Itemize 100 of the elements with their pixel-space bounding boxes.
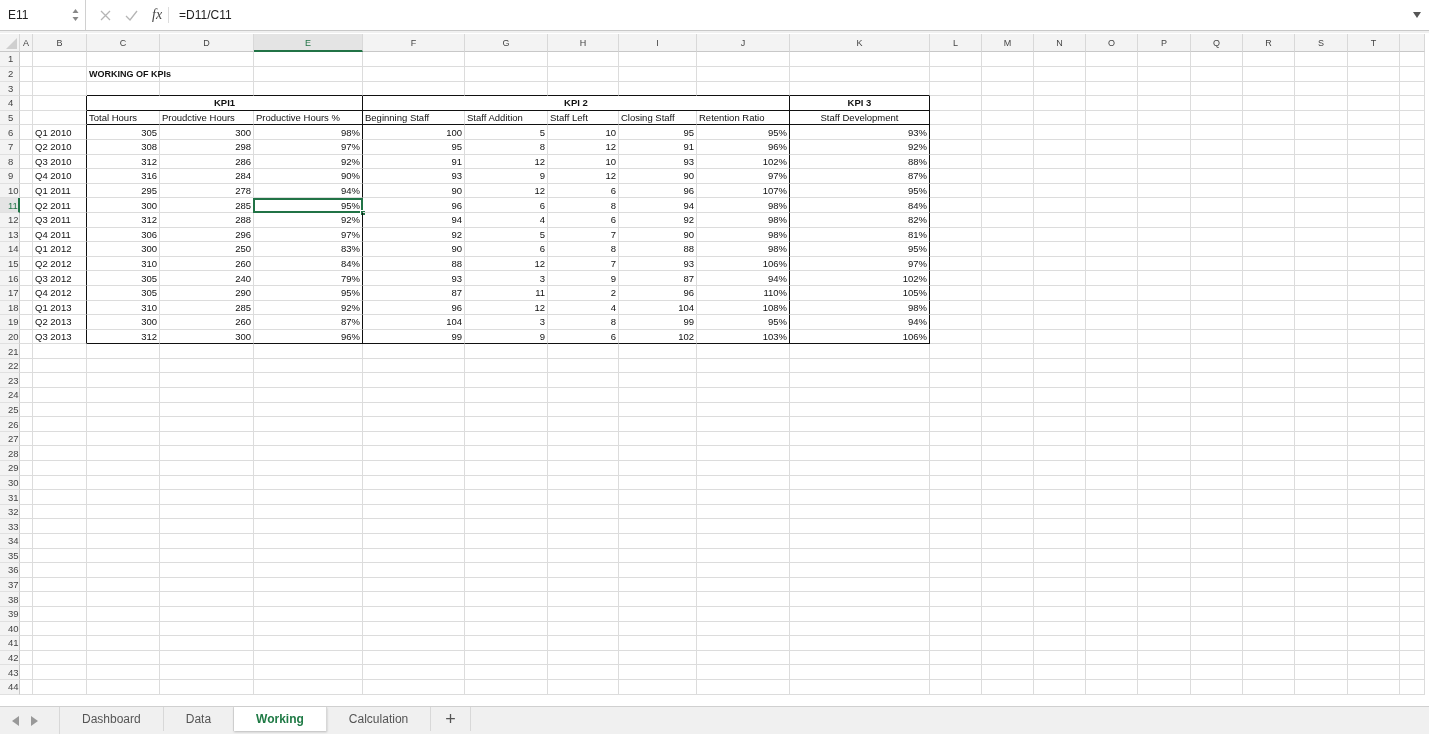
column-header[interactable]: R [1265,38,1272,48]
column-header[interactable]: B [56,38,63,48]
column-heading: Staff Left [549,111,589,125]
table-cell-text: 94 [682,198,695,212]
table-cell-text: 306 [140,227,158,241]
table-cell-text: 240 [234,271,252,285]
table-cell-text: 310 [140,300,158,314]
table-cell-text: 102% [761,154,788,168]
table-cell-text: 97% [340,227,361,241]
table-cell-text: Q3 2013 [34,330,73,343]
table-cell-text: Q2 2011 [34,198,72,212]
table-cell-text: 102% [901,271,928,285]
name-box[interactable]: E11 [0,0,86,30]
cancel-icon[interactable] [100,9,111,21]
check-icon[interactable] [125,9,138,21]
table-cell-text: Q1 2010 [34,125,73,139]
next-sheet-icon[interactable] [31,715,38,726]
column-heading: Staff Development [819,111,900,125]
column-header[interactable]: E [305,37,311,48]
table-cell-text: Q3 2011 [34,213,72,227]
table-cell-text: Q3 2012 [34,271,73,285]
table-cell-text: 286 [234,154,252,168]
table-cell-text: Q2 2010 [34,140,73,154]
table-cell-text: 305 [140,271,158,285]
table-cell-text: 96 [682,184,695,198]
column-header[interactable]: P [1161,38,1167,48]
table-cell-text: Q4 2011 [34,227,72,241]
column-heading: Staff Addition [466,111,524,125]
table-cell-text: 98% [767,213,788,227]
table-cell-text: 105% [901,286,928,300]
column-header[interactable]: N [1056,38,1063,48]
table-cell-text: 92 [450,227,463,241]
table-cell-text: 305 [140,286,158,300]
table-cell-text: 91 [450,154,463,168]
table-cell-text: 3 [538,271,546,285]
column-header[interactable]: K [856,38,863,48]
function-button[interactable]: fx [152,7,170,23]
table-cell-text: 288 [234,213,252,227]
column-header[interactable]: D [203,38,210,48]
table-cell-text: 106% [761,257,788,270]
table-cell-text: 93 [450,169,463,183]
sheet-tab[interactable]: Working [234,707,327,731]
table-cell-text: 88% [907,154,928,168]
table-cell-text: 106% [901,330,928,343]
table-cell-text: 97% [907,257,928,270]
table-cell-text: 12 [533,257,546,270]
add-sheet-button[interactable]: + [431,707,471,731]
table-cell-text: Q1 2012 [34,242,73,256]
table-cell-text: 91 [682,140,695,154]
spinner-icon[interactable] [72,8,79,22]
table-cell-text: 260 [234,257,252,270]
table-cell-text: 96 [682,286,695,300]
column-header[interactable]: M [1003,38,1012,48]
table-cell-text: 87 [682,271,695,285]
table-cell-text: 96 [450,300,463,314]
sheet-tab[interactable]: Calculation [326,707,432,731]
selected-cell[interactable]: 95% [253,197,363,213]
table-cell-text: 6 [538,242,546,256]
column-header[interactable]: Q [1213,38,1220,48]
caret-icon[interactable] [1413,12,1421,18]
table-cell-text: 97% [767,169,788,183]
table-cell-text: 12 [533,300,546,314]
table-cell-text: 94% [907,315,928,329]
table-cell-text: 96% [340,330,361,343]
table-cell-text: Q3 2010 [34,154,73,168]
table-cell-text: 8 [538,140,546,154]
table-cell-text: 94% [767,271,788,285]
column-heading: Closing Staff [620,111,676,125]
table-cell-text: 88 [450,257,463,270]
table-cell-text: 93 [682,257,695,270]
column-header[interactable]: T [1370,38,1377,48]
table-cell-text: 3 [538,315,546,329]
table-cell-text: 100 [445,125,463,139]
table-cell-text: 312 [140,213,158,227]
table-cell-text: 4 [538,213,546,227]
table-cell-text: 6 [609,184,617,198]
table-cell-text: 90 [682,169,695,183]
column-header[interactable]: F [410,38,417,48]
table-cell-text: 103% [761,330,788,343]
table-cell-text: 285 [234,198,252,212]
table-cell-text: 83% [340,242,361,256]
group-header: KPI1 [212,96,237,110]
sheet-tab[interactable]: Dashboard [60,707,164,731]
column-header[interactable]: S [1318,38,1324,48]
column-header[interactable]: H [579,38,587,48]
table-cell-text: 290 [234,286,252,300]
column-header[interactable]: O [1108,38,1115,48]
table-cell-text: 10 [604,125,617,139]
table-cell-text: 95% [767,125,788,139]
previous-sheet-icon[interactable] [12,715,19,726]
table-cell-text: 104 [677,300,695,314]
column-header[interactable]: G [502,38,510,48]
table-cell-text: 98% [767,242,788,256]
column-header[interactable]: J [740,38,746,48]
column-header[interactable]: I [656,38,659,48]
table-cell-text: 310 [140,257,158,270]
column-header[interactable]: C [119,38,127,48]
table-cell-text: 87% [907,169,928,183]
column-header[interactable]: L [953,38,958,48]
table-cell-text: 10 [604,154,617,168]
